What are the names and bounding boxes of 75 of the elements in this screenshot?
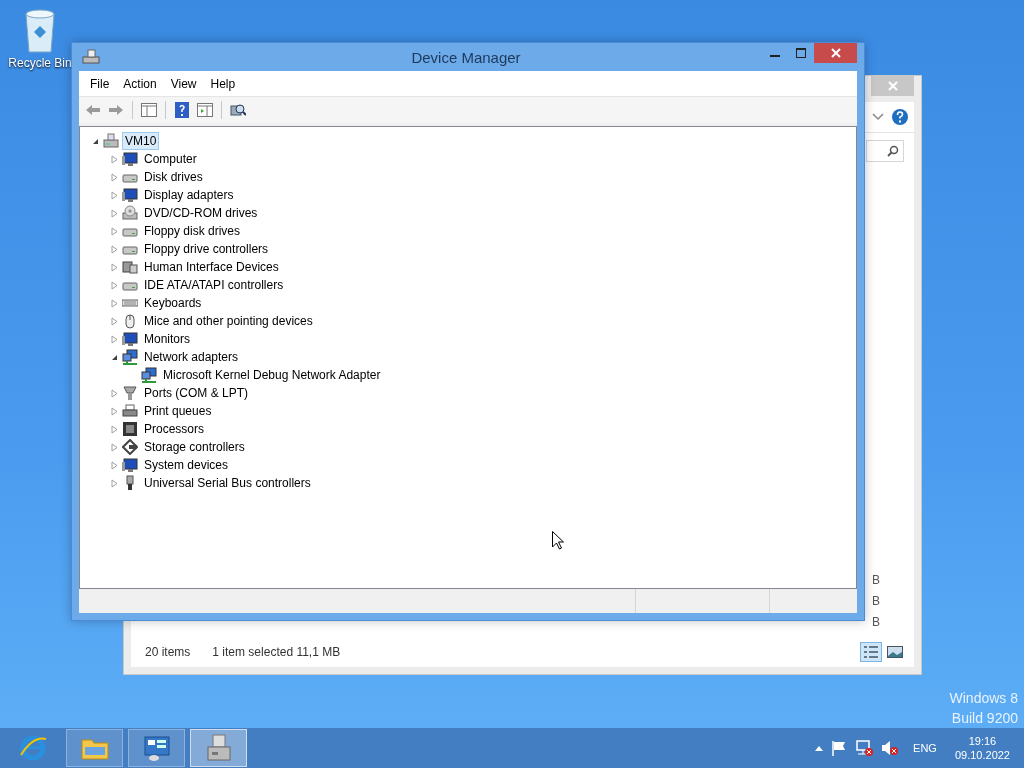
printer-icon [122, 403, 138, 419]
tree-item[interactable]: Universal Serial Bus controllers [141, 474, 314, 492]
tree-item[interactable]: Mice and other pointing devices [141, 312, 316, 330]
menu-item[interactable]: View [163, 76, 204, 91]
arrow-right-icon [108, 104, 124, 116]
window-title: Device Manager [410, 48, 522, 66]
monitor-icon [122, 331, 138, 347]
close-icon [887, 81, 898, 91]
file-size-text: B [872, 572, 880, 589]
help-icon [892, 109, 908, 125]
computer-icon [82, 49, 100, 65]
language-indicator[interactable]: ENG [913, 742, 937, 754]
tree-item[interactable]: Monitors [141, 330, 193, 348]
monitor-icon [122, 151, 138, 167]
recycle-bin-icon [22, 6, 58, 54]
disc-drive-icon [122, 205, 138, 221]
arrow-left-icon [85, 104, 101, 116]
device-icon [122, 259, 138, 275]
tree-item[interactable]: IDE ATA/ATAPI controllers [141, 276, 287, 294]
tree-item[interactable]: Floppy drive controllers [141, 240, 272, 258]
network-icon [122, 349, 138, 365]
file-size-text: B [872, 614, 880, 631]
close-icon [830, 48, 841, 58]
tree-item[interactable]: Display adapters [141, 186, 237, 204]
tree-item[interactable]: Computer [141, 150, 200, 168]
console-tree-button[interactable] [139, 100, 159, 120]
search-icon [887, 145, 899, 157]
help-button[interactable] [172, 100, 192, 120]
build-info-text: Build 9200 [951, 710, 1018, 726]
dashboard-icon [141, 734, 172, 762]
menu-item[interactable]: Help [203, 76, 243, 91]
taskbar-button[interactable] [190, 729, 247, 767]
tree-item[interactable]: Microsoft Kernel Debug Network Adapter [160, 366, 384, 384]
tree-item[interactable]: VM10 [122, 132, 160, 150]
minimize-icon [770, 55, 780, 57]
chevron-down-icon [872, 113, 884, 121]
tree-item[interactable]: Processors [141, 420, 208, 438]
computer-icon [103, 133, 119, 149]
clock-time[interactable]: 19:16 [968, 735, 997, 747]
flag-icon[interactable] [831, 740, 848, 756]
tree-item[interactable]: Keyboards [141, 294, 205, 312]
volume-muted-icon[interactable] [881, 740, 900, 756]
selection-text: 1 item selected 11,1 MB [212, 645, 341, 659]
browser-icon [17, 733, 48, 763]
details-view-button[interactable] [860, 642, 882, 662]
close-button[interactable] [814, 43, 857, 63]
storage-icon [122, 439, 138, 455]
search-field[interactable] [866, 140, 904, 162]
mouse-cursor-icon [552, 531, 564, 550]
network-icon[interactable] [855, 740, 874, 756]
monitor-icon [122, 187, 138, 203]
tree-item[interactable]: Network adapters [141, 348, 242, 366]
clock-date[interactable]: 09.10.2022 [954, 749, 1010, 761]
file-size-text: B [872, 593, 880, 610]
chip-icon [122, 421, 138, 437]
network-icon [141, 367, 157, 383]
tree-item[interactable]: Floppy disk drives [141, 222, 244, 240]
menu-item[interactable]: File [83, 76, 117, 91]
tree-item[interactable]: Print queues [141, 402, 215, 420]
build-info-text: Windows 8 [949, 690, 1018, 706]
close-button[interactable] [871, 76, 914, 96]
menu-item[interactable]: Action [116, 76, 164, 91]
maximize-icon [796, 48, 806, 58]
tree-item[interactable]: Storage controllers [141, 438, 248, 456]
tree-item[interactable]: System devices [141, 456, 232, 474]
monitor-icon [122, 457, 138, 473]
taskbar-button[interactable] [128, 729, 185, 767]
item-count-text: 20 items [145, 645, 191, 659]
port-icon [122, 385, 138, 401]
show-hidden-icons-button[interactable] [815, 745, 824, 751]
tree-item[interactable]: DVD/CD-ROM drives [141, 204, 261, 222]
tree-item[interactable]: Human Interface Devices [141, 258, 282, 276]
action-pane-button[interactable] [195, 100, 215, 120]
tree-item[interactable]: Ports (COM & LPT) [141, 384, 251, 402]
tree-item[interactable]: Disk drives [141, 168, 206, 186]
